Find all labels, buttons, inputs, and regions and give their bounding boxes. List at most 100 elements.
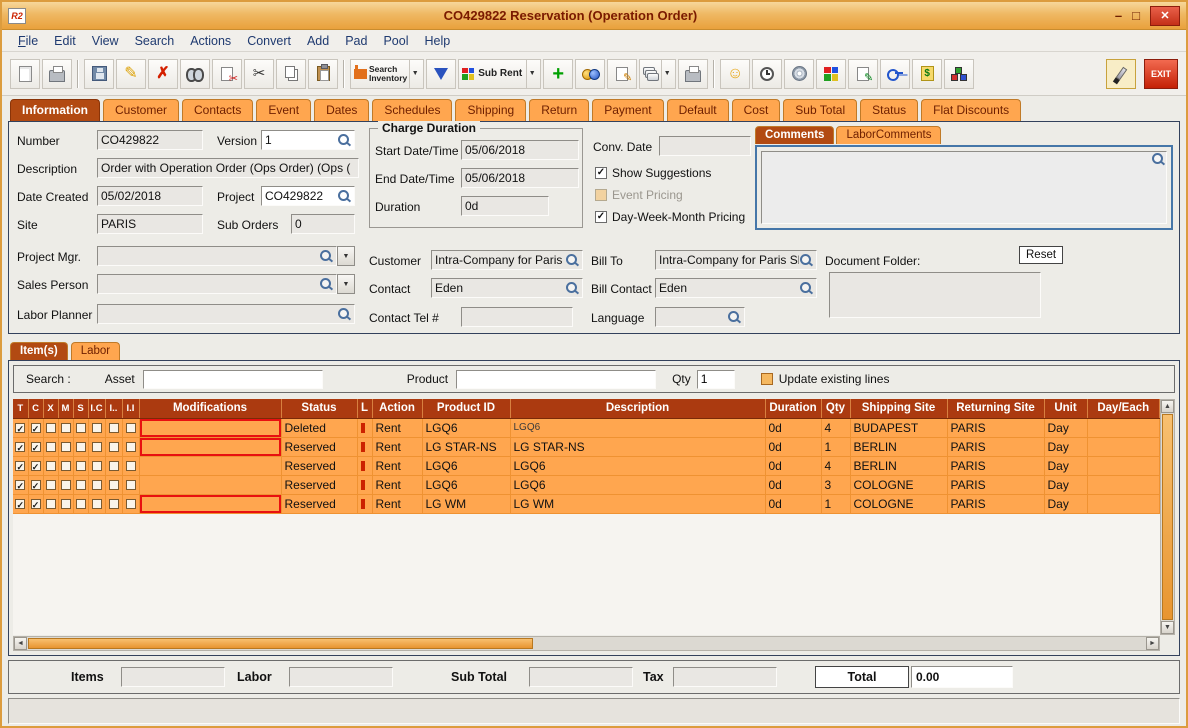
status-cell[interactable]: Reserved xyxy=(281,475,357,494)
modifications-cell[interactable] xyxy=(139,437,281,456)
search-icon[interactable] xyxy=(319,249,333,263)
reset-button[interactable]: Reset xyxy=(1019,246,1063,264)
item-row[interactable]: ✓✓ReservedRentLG STAR-NSLG STAR-NS0d1BER… xyxy=(13,437,1160,456)
project-field[interactable]: CO429822 xyxy=(261,186,355,206)
sales-person-dropdown-button[interactable]: ▼ xyxy=(337,274,355,294)
action-cell[interactable]: Rent xyxy=(372,494,422,513)
tab-status[interactable]: Status xyxy=(860,99,918,121)
qty-cell[interactable]: 4 xyxy=(821,456,850,475)
search-icon[interactable] xyxy=(727,310,741,324)
row-checkbox[interactable] xyxy=(122,418,139,437)
search-icon[interactable] xyxy=(337,133,351,147)
day-week-month-checkbox[interactable]: ✓ Day-Week-Month Pricing xyxy=(595,210,745,224)
disc-button[interactable] xyxy=(784,59,814,89)
horizontal-scrollbar[interactable]: ◄ ► xyxy=(13,636,1160,651)
contact-field[interactable]: Eden xyxy=(431,278,583,298)
menu-item-help[interactable]: Help xyxy=(417,32,459,50)
day-each-cell[interactable] xyxy=(1087,418,1160,437)
show-suggestions-checkbox[interactable]: ✓ Show Suggestions xyxy=(595,166,711,180)
column-header[interactable]: Duration xyxy=(765,399,821,418)
start-date-field[interactable]: 05/06/2018 xyxy=(461,140,579,160)
returning-site-cell[interactable]: PARIS xyxy=(947,456,1044,475)
qty-cell[interactable]: 4 xyxy=(821,418,850,437)
column-header[interactable]: Returning Site xyxy=(947,399,1044,418)
sub-total-field[interactable] xyxy=(529,667,633,687)
date-created-field[interactable]: 05/02/2018 xyxy=(97,186,203,206)
project-mgr-field[interactable] xyxy=(97,246,337,266)
menu-item-convert[interactable]: Convert xyxy=(239,32,299,50)
column-header[interactable]: Modifications xyxy=(139,399,281,418)
column-header[interactable]: Unit xyxy=(1044,399,1087,418)
exit-button[interactable]: EXIT xyxy=(1144,59,1178,89)
tab-comments[interactable]: Comments xyxy=(755,126,834,144)
product-id-cell[interactable]: LGQ6 xyxy=(422,475,510,494)
vertical-scrollbar[interactable]: ▲ ▼ xyxy=(1160,399,1175,635)
find-button[interactable] xyxy=(180,59,210,89)
action-cell[interactable]: Rent xyxy=(372,456,422,475)
menu-item-search[interactable]: Search xyxy=(127,32,183,50)
row-checkbox[interactable]: ✓ xyxy=(13,494,28,513)
duration-field[interactable]: 0d xyxy=(461,196,549,216)
menu-item-view[interactable]: View xyxy=(84,32,127,50)
number-field[interactable]: CO429822 xyxy=(97,130,203,150)
conv-date-field[interactable] xyxy=(659,136,751,156)
tab-customer[interactable]: Customer xyxy=(103,99,179,121)
sales-person-field[interactable] xyxy=(97,274,337,294)
item-row[interactable]: ✓✓ReservedRentLG WMLG WM0d1COLOGNEPARISD… xyxy=(13,494,1160,513)
unit-cell[interactable]: Day xyxy=(1044,418,1087,437)
row-checkbox[interactable]: ✓ xyxy=(28,475,43,494)
unit-cell[interactable]: Day xyxy=(1044,456,1087,475)
tab-items[interactable]: Item(s) xyxy=(10,342,68,360)
tab-shipping[interactable]: Shipping xyxy=(455,99,526,121)
labor-indicator-cell[interactable] xyxy=(357,494,372,513)
row-checkbox[interactable]: ✓ xyxy=(13,437,28,456)
tab-dates[interactable]: Dates xyxy=(314,99,369,121)
row-checkbox[interactable] xyxy=(122,437,139,456)
duration-cell[interactable]: 0d xyxy=(765,456,821,475)
labor-indicator-cell[interactable] xyxy=(357,418,372,437)
bill-to-field[interactable]: Intra-Company for Paris Sh xyxy=(655,250,817,270)
items-total-field[interactable] xyxy=(121,667,225,687)
shipping-site-cell[interactable]: BERLIN xyxy=(850,456,947,475)
contact-tel-field[interactable] xyxy=(461,307,573,327)
tab-cost[interactable]: Cost xyxy=(732,99,781,121)
pool-button[interactable] xyxy=(575,59,605,89)
menu-item-file[interactable]: File xyxy=(10,32,46,50)
row-checkbox[interactable] xyxy=(43,494,58,513)
row-checkbox[interactable] xyxy=(58,418,73,437)
print-button[interactable] xyxy=(42,59,72,89)
document-folder-box[interactable] xyxy=(829,272,1041,318)
column-header[interactable]: L xyxy=(357,399,372,418)
row-checkbox[interactable] xyxy=(122,456,139,475)
item-row[interactable]: ✓✓ReservedRentLGQ6LGQ60d3COLOGNEPARISDay xyxy=(13,475,1160,494)
cut-button[interactable]: ✂ xyxy=(244,59,274,89)
row-checkbox[interactable]: ✓ xyxy=(13,475,28,494)
column-header[interactable]: Day/Each xyxy=(1087,399,1160,418)
row-checkbox[interactable] xyxy=(43,437,58,456)
row-checkbox[interactable]: ✓ xyxy=(13,456,28,475)
brush-button[interactable] xyxy=(1106,59,1136,89)
language-field[interactable] xyxy=(655,307,745,327)
description-cell[interactable]: LGQ6 xyxy=(510,475,765,494)
description-cell[interactable]: LG STAR-NS xyxy=(510,437,765,456)
column-header[interactable]: M xyxy=(58,399,73,418)
description-field[interactable]: Order with Operation Order (Ops Order) (… xyxy=(97,158,359,178)
description-cell[interactable]: LGQ6 xyxy=(510,456,765,475)
duration-cell[interactable]: 0d xyxy=(765,437,821,456)
menu-item-add[interactable]: Add xyxy=(299,32,337,50)
row-checkbox[interactable] xyxy=(88,437,105,456)
vertical-scroll-thumb[interactable] xyxy=(1162,414,1173,620)
asset-input[interactable] xyxy=(143,370,323,389)
labor-total-field[interactable] xyxy=(289,667,393,687)
duration-cell[interactable]: 0d xyxy=(765,418,821,437)
scroll-up-button[interactable]: ▲ xyxy=(1161,400,1174,413)
row-checkbox[interactable] xyxy=(88,456,105,475)
product-id-cell[interactable]: LGQ6 xyxy=(422,456,510,475)
maximize-button[interactable]: □ xyxy=(1132,8,1140,23)
search-icon[interactable] xyxy=(799,253,813,267)
tab-sub-total[interactable]: Sub Total xyxy=(783,99,857,121)
duration-cell[interactable]: 0d xyxy=(765,475,821,494)
update-existing-lines-checkbox[interactable] xyxy=(761,373,773,385)
search-icon[interactable] xyxy=(799,281,813,295)
customer-field[interactable]: Intra-Company for Paris Sh xyxy=(431,250,583,270)
